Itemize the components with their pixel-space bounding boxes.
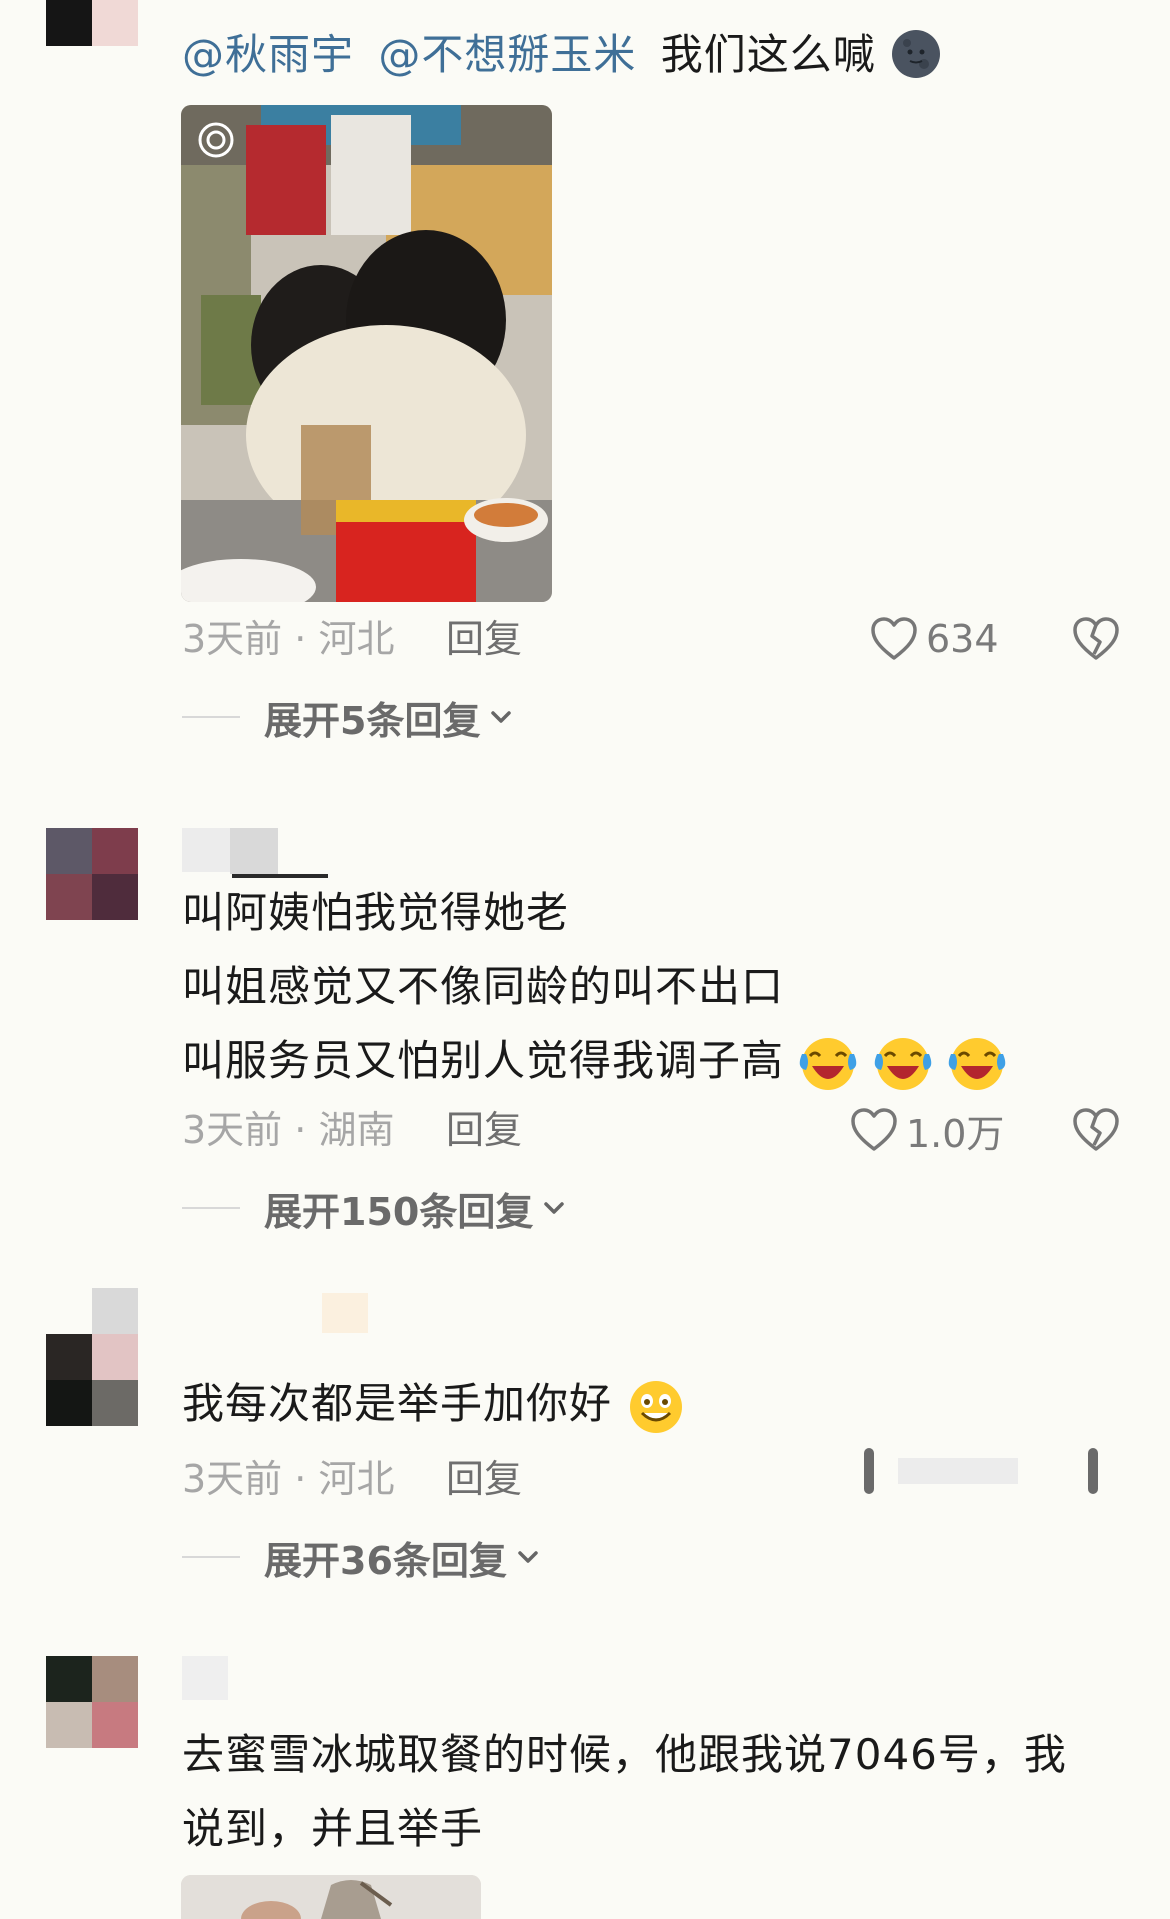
broken-heart-icon[interactable] [1072,1107,1120,1155]
comment-meta: 3天前 · 河北 回复 [182,614,522,664]
expand-replies[interactable]: 展开150条回复 [182,1183,567,1234]
comment-photo[interactable] [181,105,552,602]
like-button[interactable]: 634 [870,614,999,664]
avatar[interactable] [46,1288,138,1426]
avatar[interactable] [46,828,138,920]
comment-text: 去蜜雪冰城取餐的时候，他跟我说7046号，我 说到，并且举手 [182,1718,1067,1866]
avatar[interactable] [46,0,138,46]
chevron-down-icon [544,1202,565,1214]
location: 河北 [318,617,395,661]
heart-outline-icon [871,617,917,660]
mention-link[interactable]: @不想掰玉米 [378,30,636,79]
location: 河北 [318,1457,395,1501]
chevron-down-icon [518,1551,538,1563]
timestamp: 3天前 [182,1457,283,1501]
comment-line: 叫阿姨怕我觉得她老 [182,888,570,937]
expand-replies[interactable]: 展开36条回复 [182,1532,541,1583]
expand-replies[interactable]: 展开5条回复 [182,692,514,743]
comment-text: @秋雨宇 @不想掰玉米 我们这么喊 [182,18,942,92]
like-button-obscured[interactable] [864,1444,1074,1500]
expand-label: 展开36条回复 [264,1538,507,1583]
divider [182,716,240,718]
comment-body: 我每次都是举手加你好 [182,1379,613,1428]
dislike-button-obscured[interactable] [1088,1448,1098,1494]
divider [182,1556,240,1558]
reply-button[interactable]: 回复 [446,1105,522,1155]
like-count: 1.0万 [906,1111,1005,1156]
moon-face-emoji [892,29,941,78]
comment-meta: 3天前 · 湖南 回复 [182,1105,522,1155]
comment-line-with-emoji: 叫服务员又怕别人觉得我调子高 [182,1024,1007,1098]
location: 湖南 [318,1108,395,1152]
comment-text: 叫阿姨怕我觉得她老 叫姐感觉又不像同龄的叫不出口 叫服务员又怕别人觉得我调子高 [182,876,1007,1098]
divider [182,1207,240,1209]
heart-outline-icon [851,1108,897,1151]
comment-meta: 3天前 · 河北 回复 [182,1454,522,1504]
avatar[interactable] [46,1656,138,1748]
comment-body: 我们这么喊 [660,30,876,79]
expand-label: 展开150条回复 [264,1189,534,1234]
timestamp: 3天前 [182,1108,283,1152]
chevron-down-icon [491,711,512,723]
comment-line: 叫姐感觉又不像同龄的叫不出口 [182,962,785,1011]
comment-text: 我每次都是举手加你好 [182,1367,686,1441]
expand-label: 展开5条回复 [264,698,481,743]
reply-button[interactable]: 回复 [446,614,522,664]
comment-line: 去蜜雪冰城取餐的时候，他跟我说7046号，我 [182,1730,1067,1779]
like-button[interactable]: 1.0万 [850,1105,1005,1156]
mention-link[interactable]: @秋雨宇 [182,30,354,79]
reply-button[interactable]: 回复 [446,1454,522,1504]
smiling-emoji [630,1380,683,1433]
timestamp: 3天前 [182,617,283,661]
comment-photo[interactable] [181,1875,481,1919]
comment-line: 说到，并且举手 [182,1804,484,1853]
laughing-crying-emoji [800,1037,857,1090]
laughing-crying-emoji [874,1037,931,1090]
like-count: 634 [926,617,999,661]
broken-heart-icon[interactable] [1072,616,1120,664]
laughing-crying-emoji [948,1037,1006,1090]
